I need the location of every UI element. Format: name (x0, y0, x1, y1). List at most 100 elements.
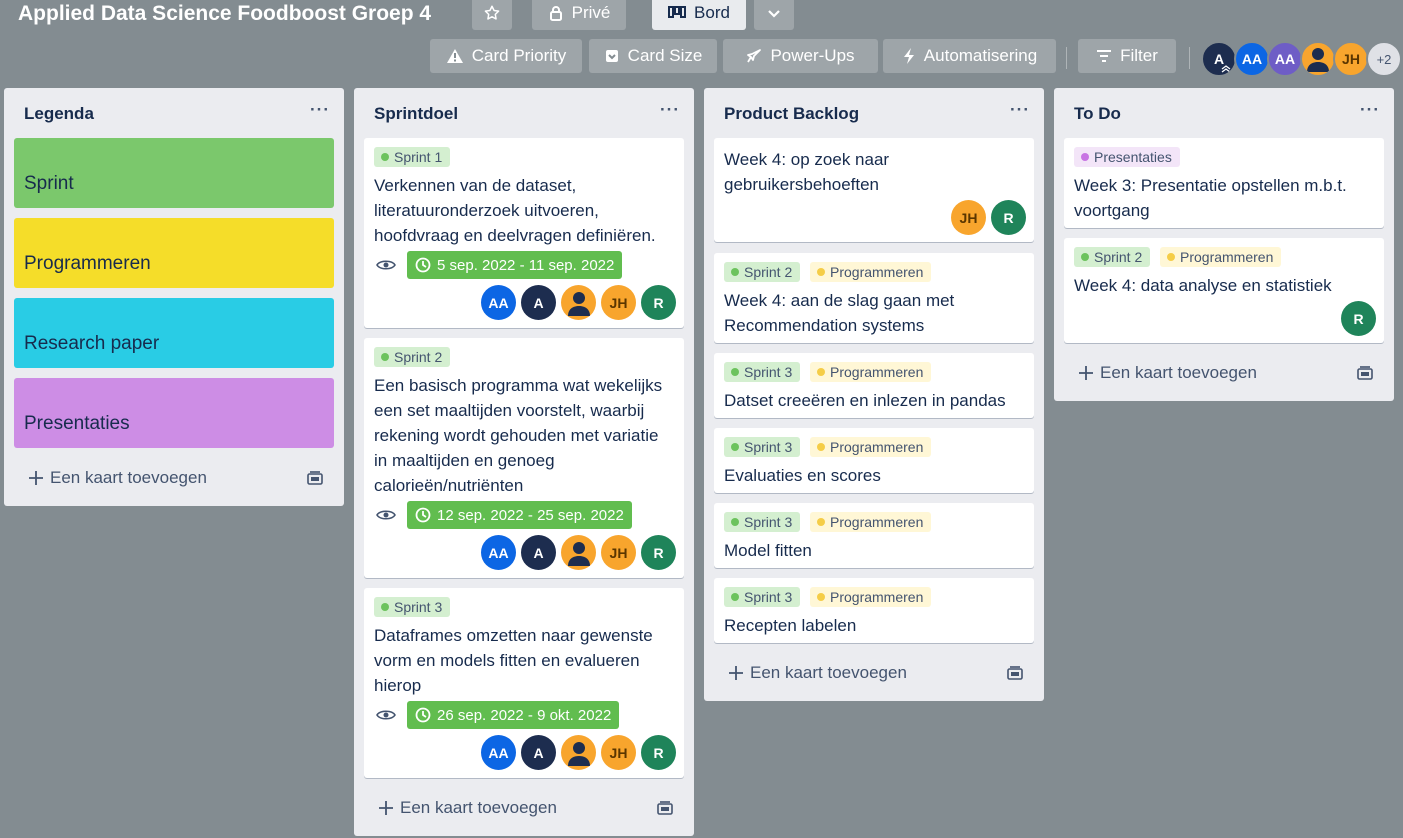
card[interactable]: Sprint 3 Programmeren Evaluaties en scor… (714, 428, 1034, 493)
filter-button[interactable]: Filter (1078, 39, 1176, 73)
member-avatar[interactable]: A (521, 535, 556, 570)
member-avatar[interactable]: R (991, 200, 1026, 235)
view-dropdown-button[interactable] (754, 0, 794, 30)
list-menu-button[interactable]: ··· (660, 100, 680, 120)
person-icon (567, 291, 590, 316)
lock-icon (549, 6, 562, 21)
member-avatar[interactable] (561, 535, 596, 570)
label-programmeren: Programmeren (810, 362, 932, 382)
filter-label: Filter (1120, 46, 1158, 65)
label-programmeren: Programmeren (810, 587, 932, 607)
card-template-icon[interactable] (1006, 665, 1024, 681)
view-switcher-board[interactable]: Bord (652, 0, 746, 30)
board-title[interactable]: Applied Data Science Foodboost Groep 4 (18, 2, 431, 26)
star-button[interactable] (472, 0, 512, 30)
list-title[interactable]: Sprintdoel (374, 104, 458, 124)
label-programmeren: Programmeren (1160, 247, 1282, 267)
member-avatar[interactable]: AA (481, 735, 516, 770)
card[interactable]: Sprint 3 Programmeren Model fitten (714, 503, 1034, 568)
member-avatar[interactable]: A (521, 735, 556, 770)
card-template-icon[interactable] (656, 800, 674, 816)
power-ups-button[interactable]: Power-Ups (723, 39, 878, 73)
list-title[interactable]: Product Backlog (724, 104, 859, 124)
card-template-icon[interactable] (1356, 365, 1374, 381)
label-sprint: Sprint 2 (1074, 247, 1151, 267)
member-avatar[interactable]: R (641, 285, 676, 320)
member-avatar[interactable]: A (1201, 41, 1237, 77)
person-icon (567, 541, 590, 566)
list-sprintdoel: Sprintdoel ··· Sprint 1 Verkennen van de… (354, 88, 694, 836)
label-sprint: Sprint 3 (724, 512, 801, 532)
label-sprint: Sprint 3 (374, 597, 451, 617)
lightning-icon (903, 48, 914, 64)
card-title: Datset creeëren en inlezen in pandas (724, 391, 1006, 410)
card-template-icon[interactable] (306, 470, 324, 486)
member-avatar[interactable]: R (641, 535, 676, 570)
due-date-label: 12 sep. 2022 - 25 sep. 2022 (437, 506, 624, 524)
plus-icon (729, 666, 743, 680)
legend-card-sprint[interactable]: Sprint (14, 138, 334, 208)
legend-card-presentaties[interactable]: Presentaties (14, 378, 334, 448)
legend-card-programmeren[interactable]: Programmeren (14, 218, 334, 288)
member-avatar[interactable]: AA (481, 285, 516, 320)
card-priority-button[interactable]: Card Priority (430, 39, 582, 73)
label-sprint: Sprint 2 (724, 262, 801, 282)
list-title[interactable]: Legenda (24, 104, 94, 124)
member-avatar[interactable] (561, 735, 596, 770)
member-avatar[interactable]: AA (481, 535, 516, 570)
list-menu-button[interactable]: ··· (1010, 100, 1030, 120)
card[interactable]: Sprint 3 Dataframes omzetten naar gewens… (364, 588, 684, 778)
member-avatar[interactable]: A (521, 285, 556, 320)
card[interactable]: Week 4: op zoek naar gebruikersbehoeften… (714, 138, 1034, 242)
legend-card-research[interactable]: Research paper (14, 298, 334, 368)
due-date-badge[interactable]: 26 sep. 2022 - 9 okt. 2022 (407, 701, 620, 729)
due-date-badge[interactable]: 5 sep. 2022 - 11 sep. 2022 (407, 251, 623, 279)
member-avatar[interactable]: JH (601, 735, 636, 770)
list-menu-button[interactable]: ··· (310, 100, 330, 120)
card[interactable]: Sprint 1 Verkennen van de dataset, liter… (364, 138, 684, 328)
list-menu-button[interactable]: ··· (1360, 100, 1380, 120)
member-avatar[interactable]: R (641, 735, 676, 770)
member-avatar[interactable] (561, 285, 596, 320)
list-title[interactable]: To Do (1074, 104, 1121, 124)
label-sprint: Sprint 3 (724, 437, 801, 457)
plus-icon (1079, 366, 1093, 380)
list-product-backlog: Product Backlog ··· Week 4: op zoek naar… (704, 88, 1044, 701)
card[interactable]: Presentaties Week 3: Presentatie opstell… (1064, 138, 1384, 228)
eye-icon (376, 710, 396, 720)
card[interactable]: Sprint 3 Programmeren Recepten labelen (714, 578, 1034, 643)
more-members-badge[interactable]: +2 (1366, 41, 1402, 77)
visibility-button[interactable]: Privé (532, 0, 626, 30)
plus-icon (29, 471, 43, 485)
board-members[interactable]: A AA AA JH +2 (1201, 41, 1402, 77)
legend-label: Presentaties (24, 413, 130, 434)
toolbar-divider (1189, 47, 1190, 69)
member-avatar[interactable]: AA (1234, 41, 1270, 77)
card-size-button[interactable]: Card Size (589, 39, 717, 73)
member-avatar[interactable]: JH (951, 200, 986, 235)
card[interactable]: Sprint 2 Een basisch programma wat wekel… (364, 338, 684, 578)
member-avatar[interactable]: JH (601, 535, 636, 570)
list-legenda: Legenda ··· Sprint Programmeren Research… (4, 88, 344, 506)
add-card-button[interactable]: Een kaart toevoegen (378, 798, 557, 818)
card-members: R (1341, 301, 1376, 336)
add-card-button[interactable]: Een kaart toevoegen (1078, 363, 1257, 383)
card[interactable]: Sprint 2 Programmeren Week 4: aan de sla… (714, 253, 1034, 343)
automation-label: Automatisering (923, 46, 1038, 65)
member-avatar[interactable]: JH (601, 285, 636, 320)
automation-button[interactable]: Automatisering (883, 39, 1056, 73)
add-card-label: Een kaart toevoegen (50, 468, 207, 487)
member-avatar[interactable]: JH (1333, 41, 1369, 77)
card[interactable]: Sprint 3 Programmeren Datset creeëren en… (714, 353, 1034, 418)
due-date-badge[interactable]: 12 sep. 2022 - 25 sep. 2022 (407, 501, 632, 529)
member-avatar[interactable]: AA (1267, 41, 1303, 77)
person-icon (1307, 48, 1329, 72)
card-members: AA A JH R (481, 285, 676, 320)
power-ups-label: Power-Ups (770, 46, 855, 65)
member-avatar[interactable]: R (1341, 301, 1376, 336)
card[interactable]: Sprint 2 Programmeren Week 4: data analy… (1064, 238, 1384, 343)
label-sprint: Sprint 3 (724, 362, 801, 382)
add-card-button[interactable]: Een kaart toevoegen (28, 468, 207, 488)
add-card-button[interactable]: Een kaart toevoegen (728, 663, 907, 683)
member-avatar[interactable] (1300, 41, 1336, 77)
